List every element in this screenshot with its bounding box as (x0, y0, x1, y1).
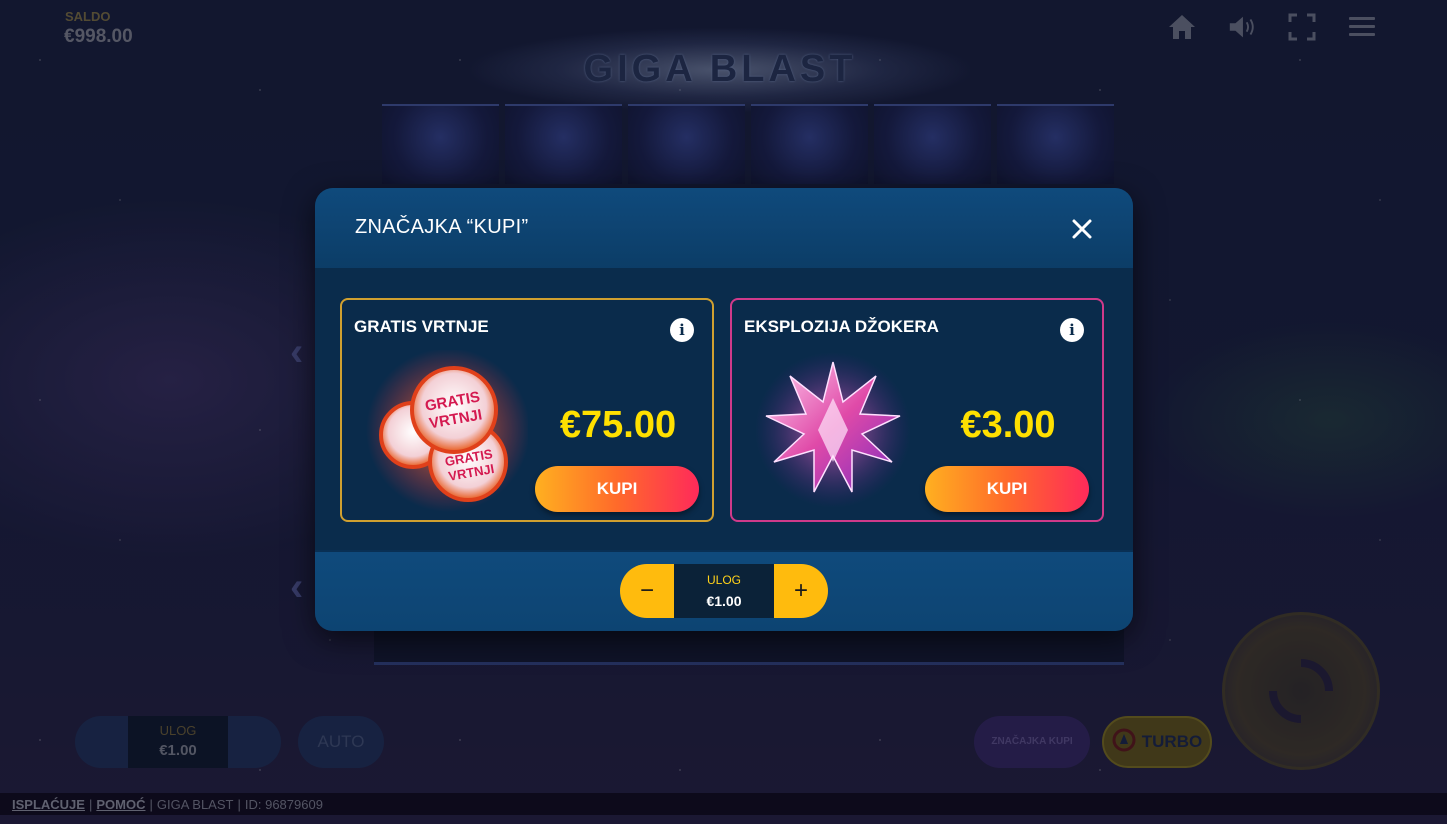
card-title: EKSPLOZIJA DŽOKERA (744, 317, 939, 336)
close-button[interactable] (1069, 216, 1095, 242)
wild-star-image (755, 352, 911, 508)
modal-title: ZNAČAJKA “KUPI” (355, 216, 529, 238)
buy-free-spins-button[interactable]: KUPI (535, 466, 699, 512)
stake-display: ULOG €1.00 (674, 564, 774, 618)
stake-label: ULOG (706, 573, 741, 587)
card-price: €3.00 (960, 404, 1056, 446)
wild-explosion-card: EKSPLOZIJA DŽOKERA i €3.00 KUPI (730, 298, 1104, 522)
card-title: GRATIS VRTNJE (354, 317, 489, 336)
increase-stake-button[interactable]: + (774, 564, 828, 618)
card-price: €75.00 (559, 404, 677, 446)
info-icon[interactable]: i (670, 318, 694, 342)
modal-header: ZNAČAJKA “KUPI” (315, 188, 1133, 270)
free-spins-card: GRATIS VRTNJE i GRATIS VRTNJI GRATIS VRT… (340, 298, 714, 522)
buy-feature-modal: ZNAČAJKA “KUPI” GRATIS VRTNJE i GRATIS V… (315, 188, 1133, 631)
stake-value: €1.00 (706, 593, 742, 609)
buy-wild-explosion-button[interactable]: KUPI (925, 466, 1089, 512)
free-spins-coins-image: GRATIS VRTNJI GRATIS VRTNJI (366, 350, 528, 512)
close-icon (1072, 219, 1092, 239)
info-icon[interactable]: i (1060, 318, 1084, 342)
stake-stepper: − ULOG €1.00 + (620, 564, 828, 618)
decrease-stake-button[interactable]: − (620, 564, 674, 618)
